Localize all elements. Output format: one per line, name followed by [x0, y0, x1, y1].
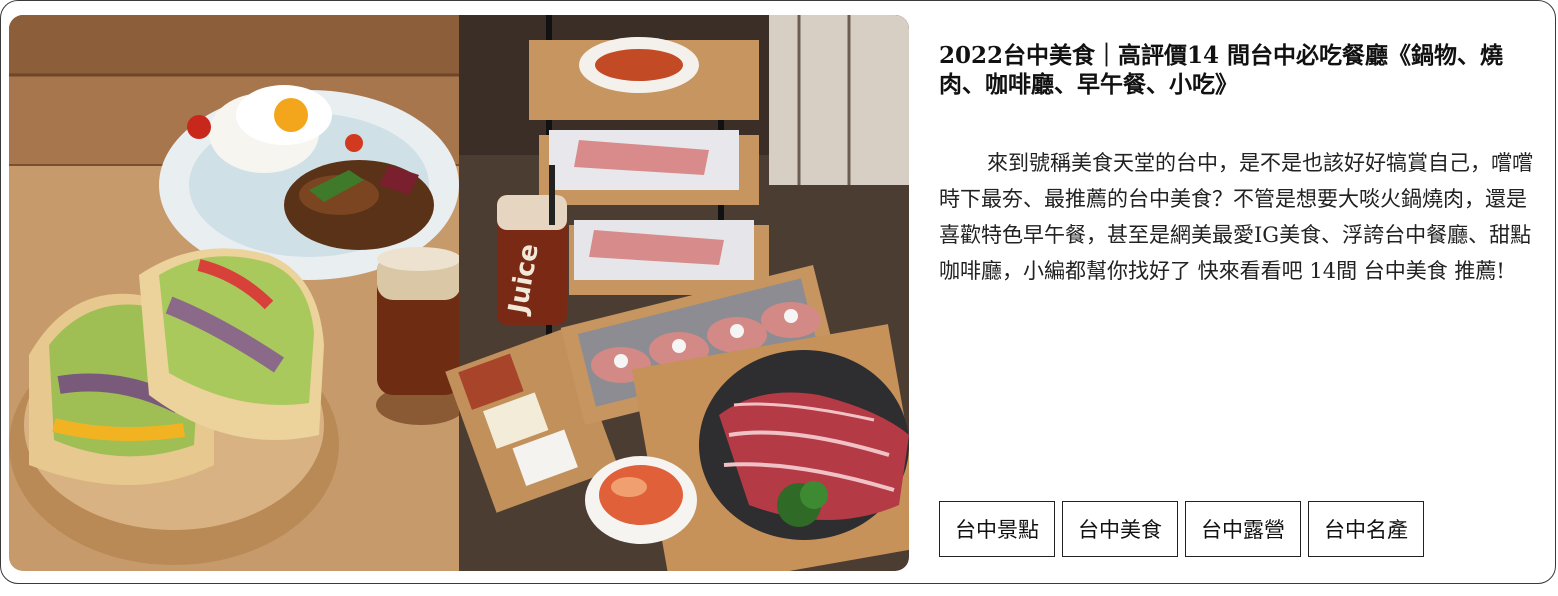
article-content: 2022台中美食｜高評價14 間台中必吃餐廳《鍋物、燒肉、咖啡廳、早午餐、小吃》… [939, 41, 1545, 283]
tag-taichung-camping[interactable]: 台中露營 [1185, 501, 1301, 557]
food-photo: Juice [9, 15, 909, 571]
article-description: 來到號稱美食天堂的台中，是不是也該好好犒賞自己，嚐嚐時下最夯、最推薦的台中美食？… [939, 151, 1533, 283]
article-image[interactable]: Juice [9, 15, 909, 571]
article-card[interactable]: Juice 2022台中美食｜高評價14 間台中必吃餐廳《鍋物、燒肉、咖啡廳、早… [0, 0, 1556, 584]
article-title[interactable]: 2022台中美食｜高評價14 間台中必吃餐廳《鍋物、燒肉、咖啡廳、早午餐、小吃》 [939, 41, 1545, 99]
tag-taichung-attractions[interactable]: 台中景點 [939, 501, 1055, 557]
tag-list: 台中景點 台中美食 台中露營 台中名產 [939, 501, 1424, 557]
tag-taichung-specialties[interactable]: 台中名產 [1308, 501, 1424, 557]
tag-taichung-food[interactable]: 台中美食 [1062, 501, 1178, 557]
